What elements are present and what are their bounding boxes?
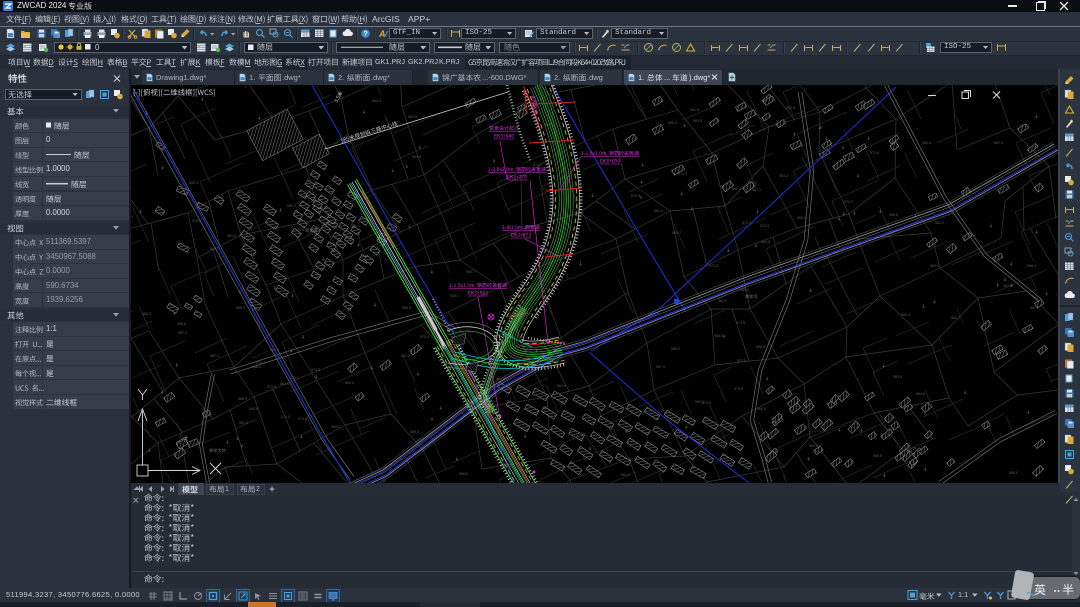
svg-text:567.1: 567.1 xyxy=(752,188,761,192)
svg-text:560.2: 560.2 xyxy=(189,181,198,185)
svg-text:574.0: 574.0 xyxy=(281,415,290,419)
svg-text:570.8: 570.8 xyxy=(702,401,711,405)
svg-text:563.9: 563.9 xyxy=(249,407,258,411)
svg-text:563.0: 563.0 xyxy=(935,221,944,225)
svg-text:561.0: 561.0 xyxy=(718,299,727,303)
svg-text:570.6: 570.6 xyxy=(298,417,307,421)
svg-text:562.6: 562.6 xyxy=(786,106,795,110)
svg-text:569.5: 569.5 xyxy=(761,240,770,244)
svg-text:564.3: 564.3 xyxy=(372,99,381,103)
svg-text:560.4: 560.4 xyxy=(345,381,354,385)
svg-text:568.0: 568.0 xyxy=(236,306,245,310)
svg-text:568.4: 568.4 xyxy=(1027,264,1036,268)
svg-text:563.6: 563.6 xyxy=(408,115,417,119)
svg-text:573.5: 573.5 xyxy=(737,359,746,363)
svg-text:569.0: 569.0 xyxy=(410,430,419,434)
svg-text:566.6: 566.6 xyxy=(459,472,468,476)
svg-text:?: ? xyxy=(363,31,367,38)
svg-text:571.9: 571.9 xyxy=(736,321,745,325)
svg-text:567.2: 567.2 xyxy=(1003,284,1012,288)
svg-text:568.5: 568.5 xyxy=(402,306,411,310)
svg-text:560.3: 560.3 xyxy=(901,313,910,317)
svg-text:569.1: 569.1 xyxy=(930,264,939,268)
svg-text:564.5: 564.5 xyxy=(916,392,925,396)
svg-text:568.0: 568.0 xyxy=(671,347,680,351)
svg-text:567.1: 567.1 xyxy=(210,354,219,358)
svg-text:562.5: 562.5 xyxy=(797,216,806,220)
svg-text:567.9: 567.9 xyxy=(178,331,187,335)
svg-text:562.2: 562.2 xyxy=(732,187,741,191)
svg-text:571.3: 571.3 xyxy=(678,172,687,176)
svg-text:571.2: 571.2 xyxy=(709,264,718,268)
svg-text:562.3: 562.3 xyxy=(401,354,410,358)
svg-text:573.5: 573.5 xyxy=(311,368,320,372)
svg-text:561.4: 561.4 xyxy=(654,209,663,213)
svg-text:569.3: 569.3 xyxy=(668,121,677,125)
svg-text:567.0: 567.0 xyxy=(210,247,219,251)
svg-text:573.0: 573.0 xyxy=(267,385,276,389)
svg-text:573.4: 573.4 xyxy=(420,335,429,339)
svg-text:564.6: 564.6 xyxy=(557,384,566,388)
svg-text:561.8: 561.8 xyxy=(690,108,699,112)
svg-text:575.8: 575.8 xyxy=(734,387,743,391)
svg-text:571.6: 571.6 xyxy=(870,151,879,155)
svg-text:570.5: 570.5 xyxy=(631,194,640,198)
svg-text:563.0: 563.0 xyxy=(893,375,902,379)
svg-text:565.4: 565.4 xyxy=(740,288,749,292)
svg-text:569.0: 569.0 xyxy=(1009,471,1018,475)
svg-text:560.5: 560.5 xyxy=(922,141,931,145)
svg-text:567.0: 567.0 xyxy=(656,365,665,369)
svg-text:563.5: 563.5 xyxy=(693,119,702,123)
svg-text:573.3: 573.3 xyxy=(760,224,769,228)
svg-text:569.7: 569.7 xyxy=(672,231,681,235)
svg-text:569.0: 569.0 xyxy=(227,234,236,238)
svg-text:568.8: 568.8 xyxy=(889,213,898,217)
svg-text:567.6: 567.6 xyxy=(994,141,1003,145)
svg-text:573.7: 573.7 xyxy=(844,200,853,204)
svg-text:564.5: 564.5 xyxy=(714,334,723,338)
svg-text:566.0: 566.0 xyxy=(757,407,766,411)
svg-text:566.6: 566.6 xyxy=(756,345,765,349)
svg-text:561.9: 561.9 xyxy=(621,473,630,477)
svg-text:564.8: 564.8 xyxy=(412,155,421,159)
svg-text:568.9: 568.9 xyxy=(238,397,247,401)
svg-text:568.8: 568.8 xyxy=(177,322,186,326)
svg-text:561.5: 561.5 xyxy=(239,421,248,425)
svg-text:563.2: 563.2 xyxy=(779,174,788,178)
svg-text:574.7: 574.7 xyxy=(533,163,542,167)
svg-text:A: A xyxy=(378,29,386,39)
svg-text:569.0: 569.0 xyxy=(287,204,296,208)
svg-text:560.5: 560.5 xyxy=(809,444,818,448)
svg-text:565.5: 565.5 xyxy=(873,454,882,458)
svg-text:561.6: 561.6 xyxy=(280,382,289,386)
svg-text:565.1: 565.1 xyxy=(450,294,459,298)
svg-text:560.3: 560.3 xyxy=(142,312,151,316)
svg-text:568.2: 568.2 xyxy=(331,425,340,429)
svg-text:565.7: 565.7 xyxy=(466,270,475,274)
svg-text:562.7: 562.7 xyxy=(951,316,960,320)
